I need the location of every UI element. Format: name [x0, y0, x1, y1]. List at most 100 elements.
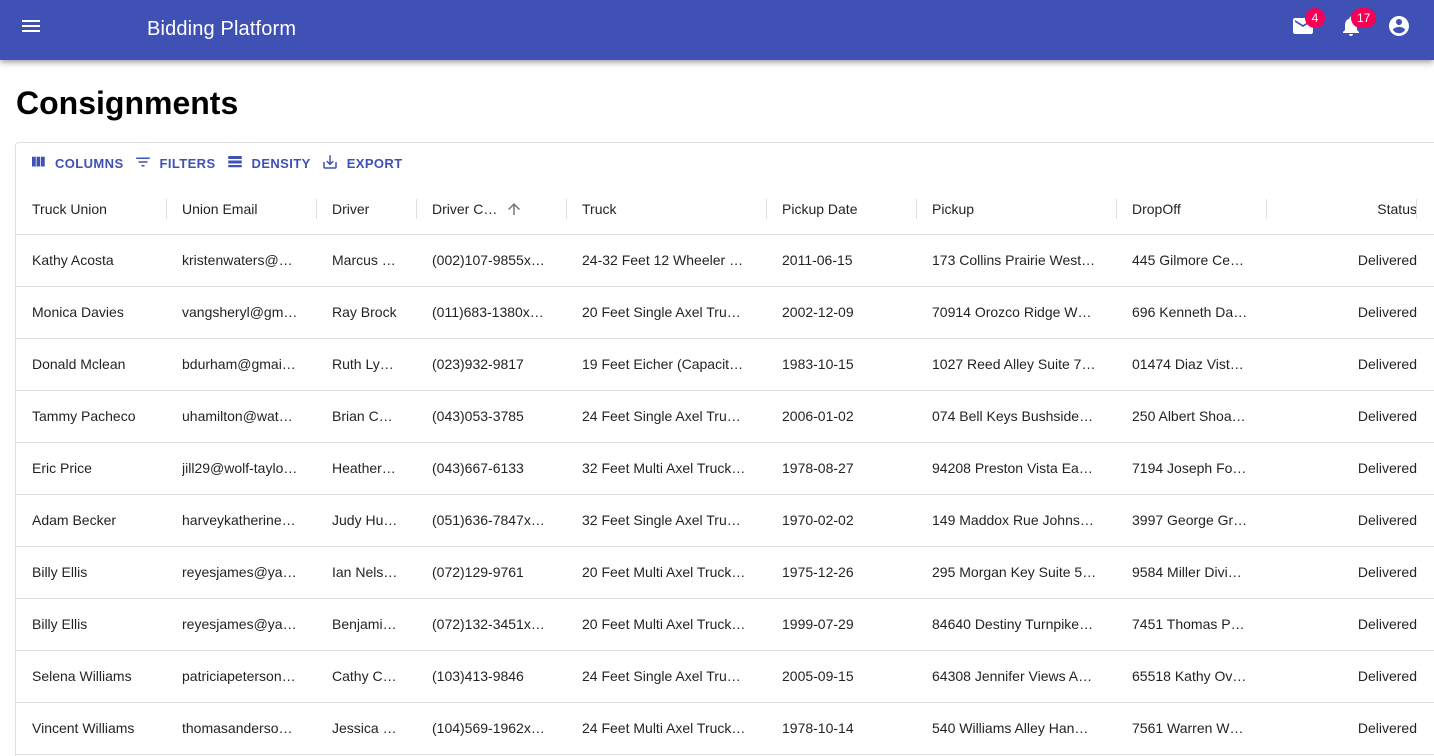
- column-header-truck[interactable]: Truck: [582, 183, 768, 235]
- account-circle-icon: [1387, 14, 1411, 43]
- cell-pickup-date: 1978-08-27: [782, 460, 854, 476]
- cell-pickup: 94208 Preston Vista Ea…: [932, 460, 1093, 476]
- filters-label: Filters: [159, 155, 216, 171]
- cell-status: Delivered: [1357, 304, 1417, 320]
- table-row[interactable]: Adam Becker harveykatherine… Judy Hu… (051)…: [16, 495, 1434, 547]
- density-button[interactable]: Density: [221, 148, 316, 178]
- cell-truck: 24 Feet Multi Axel Truck…: [582, 720, 746, 736]
- cell-pickup-date: 1999-07-29: [782, 616, 854, 632]
- cell-truck-union: Eric Price: [32, 460, 92, 476]
- app-bar: Bidding Platform 4 17: [0, 0, 1434, 60]
- download-icon: [321, 153, 347, 174]
- column-separator[interactable]: [416, 199, 417, 219]
- table-row[interactable]: Billy Ellis reyesjames@ya… Benjami… (072)13…: [16, 599, 1434, 651]
- cell-union-email: harveykatherine…: [182, 512, 296, 528]
- column-separator[interactable]: [566, 199, 567, 219]
- cell-dropoff: 9584 Miller Divi…: [1132, 564, 1242, 580]
- column-separator[interactable]: [316, 199, 317, 219]
- cell-pickup-date: 1970-02-02: [782, 512, 854, 528]
- cell-driver-contact: (011)683-1380x…: [432, 304, 544, 320]
- table-row[interactable]: Donald Mclean bdurham@gmai… Ruth Ly… (023)9…: [16, 339, 1434, 391]
- cell-dropoff: 01474 Diaz Vist…: [1132, 356, 1244, 372]
- cell-dropoff: 250 Albert Shoa…: [1132, 408, 1246, 424]
- cell-pickup: 540 Williams Alley Han…: [932, 720, 1089, 736]
- column-separator[interactable]: [166, 199, 167, 219]
- cell-union-email: bdurham@gmai…: [182, 356, 296, 372]
- export-button[interactable]: Export: [316, 148, 408, 178]
- table-row[interactable]: Selena Williams patriciapeterson… Cathy C……: [16, 651, 1434, 703]
- cell-status: Delivered: [1357, 460, 1417, 476]
- cell-driver-contact: (103)413-9846: [432, 668, 524, 684]
- column-header-status[interactable]: Status: [1282, 183, 1417, 235]
- density-icon: [226, 153, 252, 174]
- cell-union-email: uhamilton@wat…: [182, 408, 293, 424]
- cell-truck-union: Billy Ellis: [32, 616, 88, 632]
- column-header-driver-contact[interactable]: Driver C…: [432, 183, 568, 235]
- table-row[interactable]: Monica Davies vangsheryl@gm… Ray Brock (011…: [16, 287, 1434, 339]
- cell-pickup: 149 Maddox Rue Johns…: [932, 512, 1094, 528]
- cell-pickup-date: 2006-01-02: [782, 408, 854, 424]
- notification-badge: 17: [1351, 8, 1377, 28]
- cell-truck-union: Monica Davies: [32, 304, 124, 320]
- cell-status: Delivered: [1357, 564, 1417, 580]
- column-separator[interactable]: [916, 199, 917, 219]
- mail-badge: 4: [1305, 8, 1325, 28]
- cell-truck-union: Tammy Pacheco: [32, 408, 136, 424]
- filters-button[interactable]: Filters: [129, 148, 221, 178]
- notifications-button[interactable]: 17: [1332, 8, 1377, 47]
- cell-union-email: vangsheryl@gm…: [182, 304, 298, 320]
- table-row[interactable]: Eric Price jill29@wolf-taylo… Heather… (043…: [16, 443, 1434, 495]
- table-row[interactable]: Tammy Pacheco uhamilton@wat… Brian C… (043)…: [16, 391, 1434, 443]
- column-header-label: Pickup: [932, 201, 975, 217]
- cell-driver: Brian C…: [332, 408, 393, 424]
- cell-truck-union: Donald Mclean: [32, 356, 126, 372]
- cell-truck-union: Vincent Williams: [32, 720, 135, 736]
- cell-truck: 20 Feet Multi Axel Truck…: [582, 616, 746, 632]
- column-header-pickup[interactable]: Pickup: [932, 183, 1118, 235]
- column-header-union-email[interactable]: Union Email: [182, 183, 318, 235]
- view-column-icon: [29, 153, 55, 174]
- data-grid: Columns Filters Density Export Truck Uni…: [15, 142, 1434, 756]
- cell-pickup: 173 Collins Prairie West…: [932, 252, 1096, 268]
- table-row[interactable]: Kathy Acosta kristenwaters@… Marcus … (002)…: [16, 235, 1434, 287]
- cell-pickup-date: 1983-10-15: [782, 356, 854, 372]
- cell-pickup: 074 Bell Keys Bushside…: [932, 408, 1094, 424]
- cell-driver: Judy Hu…: [332, 512, 398, 528]
- cell-truck-union: Billy Ellis: [32, 564, 88, 580]
- cell-status: Delivered: [1357, 512, 1417, 528]
- column-header-driver[interactable]: Driver: [332, 183, 418, 235]
- cell-status: Delivered: [1357, 720, 1417, 736]
- export-label: Export: [346, 155, 403, 171]
- cell-union-email: thomasanderso…: [182, 720, 293, 736]
- column-header-dropoff[interactable]: DropOff: [1132, 183, 1268, 235]
- cell-driver: Jessica …: [332, 720, 397, 736]
- cell-truck-union: Adam Becker: [32, 512, 117, 528]
- column-separator[interactable]: [1416, 199, 1417, 219]
- mail-button[interactable]: 4: [1284, 8, 1325, 47]
- app-title: Bidding Platform: [147, 18, 297, 40]
- cell-status: Delivered: [1357, 356, 1417, 372]
- column-header-truck-union[interactable]: Truck Union: [32, 183, 168, 235]
- cell-driver-contact: (043)667-6133: [432, 460, 524, 476]
- column-header-label: Status: [1377, 201, 1417, 217]
- hamburger-menu-icon: [19, 14, 43, 43]
- cell-pickup: 295 Morgan Key Suite 5…: [932, 564, 1097, 580]
- column-header-pickup-date[interactable]: Pickup Date: [782, 183, 918, 235]
- cell-truck: 32 Feet Multi Axel Truck…: [582, 460, 746, 476]
- account-button[interactable]: [1380, 9, 1418, 47]
- columns-button[interactable]: Columns: [24, 148, 129, 178]
- column-separator[interactable]: [1116, 199, 1117, 219]
- column-header-label: Union Email: [182, 201, 258, 217]
- arrow-upward-icon[interactable]: [505, 200, 523, 218]
- menu-button[interactable]: [12, 9, 50, 47]
- cell-driver: Ian Nels…: [332, 564, 398, 580]
- cell-truck: 20 Feet Multi Axel Truck…: [582, 564, 746, 580]
- table-row[interactable]: Vincent Williams thomasanderso… Jessica … (…: [16, 703, 1434, 755]
- table-row[interactable]: Billy Ellis reyesjames@ya… Ian Nels… (072)1…: [16, 547, 1434, 599]
- column-separator[interactable]: [1266, 199, 1267, 219]
- column-separator[interactable]: [766, 199, 767, 219]
- cell-pickup-date: 2002-12-09: [782, 304, 854, 320]
- column-header-label: Driver C…: [432, 201, 498, 217]
- cell-status: Delivered: [1357, 668, 1417, 684]
- cell-union-email: kristenwaters@…: [182, 252, 293, 268]
